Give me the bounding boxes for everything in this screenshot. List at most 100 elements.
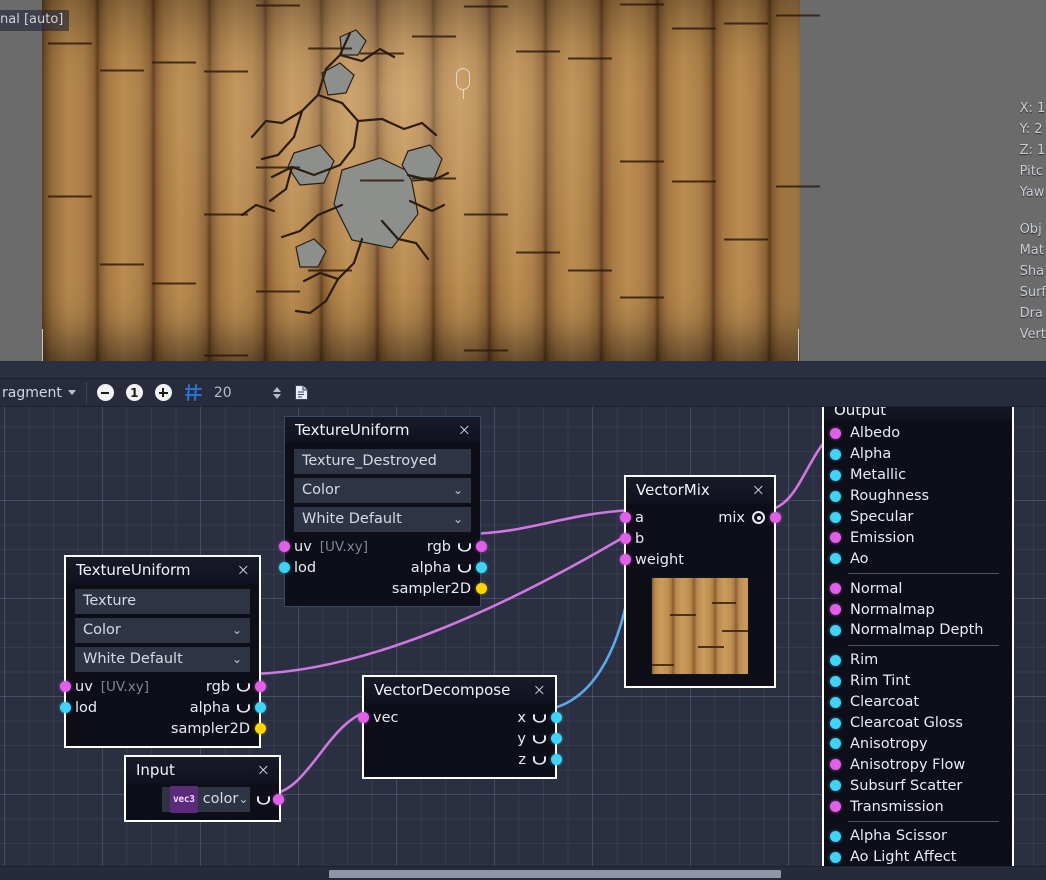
node-title-bar[interactable]: Input × <box>126 757 279 783</box>
input-port-normal[interactable] <box>830 583 841 594</box>
output-slot-ao[interactable]: Ao <box>830 548 1003 569</box>
input-port-uv[interactable] <box>60 681 71 692</box>
output-slot-normalmap-depth[interactable]: Normalmap Depth <box>830 620 1003 641</box>
output-slot-alpha-scissor[interactable]: Alpha Scissor <box>830 826 1003 847</box>
snap-value-field[interactable]: 20 <box>209 380 267 406</box>
input-port-anisotropy[interactable] <box>830 738 841 749</box>
input-port-a[interactable] <box>620 512 631 523</box>
input-port-normalmap[interactable] <box>830 604 841 615</box>
shader-graph-editor[interactable]: ragment 1 20 <box>0 361 1046 880</box>
texture-name-field[interactable]: Texture_Destroyed <box>294 449 471 474</box>
output-slot-roughness[interactable]: Roughness <box>830 486 1003 507</box>
input-port-vec[interactable] <box>358 712 369 723</box>
input-port-alpha-scissor[interactable] <box>830 831 841 842</box>
output-slot-metallic[interactable]: Metallic <box>830 465 1003 486</box>
output-slot-emission[interactable]: Emission <box>830 527 1003 548</box>
output-slot-transmission[interactable]: Transmission <box>830 796 1003 817</box>
input-port-ao[interactable] <box>830 553 841 564</box>
node-vector-mix[interactable]: VectorMix × a mix <box>624 475 776 688</box>
scrollbar-thumb[interactable] <box>329 870 781 878</box>
input-port-anisotropy-flow[interactable] <box>830 759 841 770</box>
chevron-down-icon[interactable] <box>533 713 546 722</box>
input-port-transmission[interactable] <box>830 801 841 812</box>
load-file-button[interactable] <box>287 380 316 406</box>
input-port-normalmap-depth[interactable] <box>830 625 841 636</box>
node-title-bar[interactable]: VectorMix × <box>626 477 774 503</box>
close-icon[interactable]: × <box>256 763 271 777</box>
output-slot-normal[interactable]: Normal <box>830 578 1003 599</box>
output-port-y[interactable] <box>551 733 562 744</box>
chevron-down-icon[interactable] <box>237 682 250 691</box>
output-port-mix[interactable] <box>770 512 781 523</box>
snap-value-stepper[interactable] <box>267 380 287 406</box>
snap-grid-toggle[interactable] <box>178 380 209 406</box>
output-slot-clearcoat[interactable]: Clearcoat <box>830 692 1003 713</box>
input-port-specular[interactable] <box>830 512 841 523</box>
chevron-down-icon[interactable] <box>533 755 546 764</box>
zoom-reset-button[interactable]: 1 <box>120 380 149 406</box>
graph-horizontal-scrollbar[interactable] <box>0 866 1046 880</box>
color-mode-dropdown[interactable]: Color ⌄ <box>294 478 471 503</box>
chevron-down-icon[interactable] <box>533 734 546 743</box>
node-input[interactable]: Input × vec3 color ⌄ <box>124 755 281 822</box>
output-port-sampler2d[interactable] <box>476 583 487 594</box>
input-port-clearcoat-gloss[interactable] <box>830 718 841 729</box>
output-port-z[interactable] <box>551 754 562 765</box>
default-mode-dropdown[interactable]: White Default ⌄ <box>75 647 250 672</box>
input-port-clearcoat[interactable] <box>830 697 841 708</box>
zoom-out-button[interactable] <box>91 380 120 406</box>
input-port-roughness[interactable] <box>830 491 841 502</box>
chevron-down-icon[interactable] <box>458 542 471 551</box>
output-slot-ao-light-affect[interactable]: Ao Light Affect <box>830 847 1003 868</box>
output-port-sampler2d[interactable] <box>255 723 266 734</box>
input-port-rim[interactable] <box>830 655 841 666</box>
3d-viewport[interactable]: nal [auto] X: 1 Y: 2 Z: 1 Pitc Yaw Obj M… <box>0 0 1046 361</box>
input-port-lod[interactable] <box>60 702 71 713</box>
close-icon[interactable]: × <box>457 423 472 437</box>
output-slot-alpha[interactable]: Alpha <box>830 444 1003 465</box>
node-title-bar[interactable]: TextureUniform × <box>285 417 480 443</box>
zoom-in-button[interactable] <box>149 380 178 406</box>
node-vector-decompose[interactable]: VectorDecompose × vec x <box>362 675 557 779</box>
close-icon[interactable]: × <box>532 683 547 697</box>
eye-icon[interactable] <box>752 511 765 524</box>
node-texture-uniform-bottom[interactable]: TextureUniform × Texture Color ⌄ White D… <box>64 555 261 748</box>
chevron-down-icon[interactable] <box>237 703 250 712</box>
output-slot-rim[interactable]: Rim <box>830 650 1003 671</box>
input-port-uv[interactable] <box>279 541 290 552</box>
node-title-bar[interactable]: VectorDecompose × <box>364 677 555 703</box>
output-slot-albedo[interactable]: Albedo <box>830 423 1003 444</box>
output-slot-rim-tint[interactable]: Rim Tint <box>830 671 1003 692</box>
close-icon[interactable]: × <box>236 563 251 577</box>
input-port-subsurf-scatter[interactable] <box>830 780 841 791</box>
input-port-ao-light-affect[interactable] <box>830 852 841 863</box>
node-output[interactable]: Output Albedo Alpha Metallic Roughness <box>822 395 1014 877</box>
input-port-lod[interactable] <box>279 562 290 573</box>
output-slot-normalmap[interactable]: Normalmap <box>830 599 1003 620</box>
close-icon[interactable]: × <box>751 483 766 497</box>
output-slot-specular[interactable]: Specular <box>830 507 1003 528</box>
input-port-emission[interactable] <box>830 532 841 543</box>
input-port-albedo[interactable] <box>830 428 841 439</box>
texture-name-field[interactable]: Texture <box>75 589 250 614</box>
input-port-rim-tint[interactable] <box>830 676 841 687</box>
chevron-down-icon[interactable] <box>257 795 270 804</box>
input-port-alpha[interactable] <box>830 449 841 460</box>
default-mode-dropdown[interactable]: White Default ⌄ <box>294 507 471 532</box>
output-slot-subsurf-scatter[interactable]: Subsurf Scatter <box>830 775 1003 796</box>
output-slot-clearcoat-gloss[interactable]: Clearcoat Gloss <box>830 713 1003 734</box>
input-port-weight[interactable] <box>620 554 631 565</box>
output-port-alpha[interactable] <box>476 562 487 573</box>
input-port-b[interactable] <box>620 533 631 544</box>
chevron-down-icon[interactable] <box>458 563 471 572</box>
output-port-rgb[interactable] <box>476 541 487 552</box>
input-port-metallic[interactable] <box>830 470 841 481</box>
output-port-alpha[interactable] <box>255 702 266 713</box>
output-port-x[interactable] <box>551 712 562 723</box>
shader-stage-dropdown[interactable]: ragment <box>0 380 82 406</box>
color-mode-dropdown[interactable]: Color ⌄ <box>75 618 250 643</box>
input-type-dropdown[interactable]: vec3 color ⌄ <box>162 787 250 812</box>
output-slot-anisotropy-flow[interactable]: Anisotropy Flow <box>830 754 1003 775</box>
output-slot-anisotropy[interactable]: Anisotropy <box>830 733 1003 754</box>
node-title-bar[interactable]: TextureUniform × <box>66 557 259 583</box>
